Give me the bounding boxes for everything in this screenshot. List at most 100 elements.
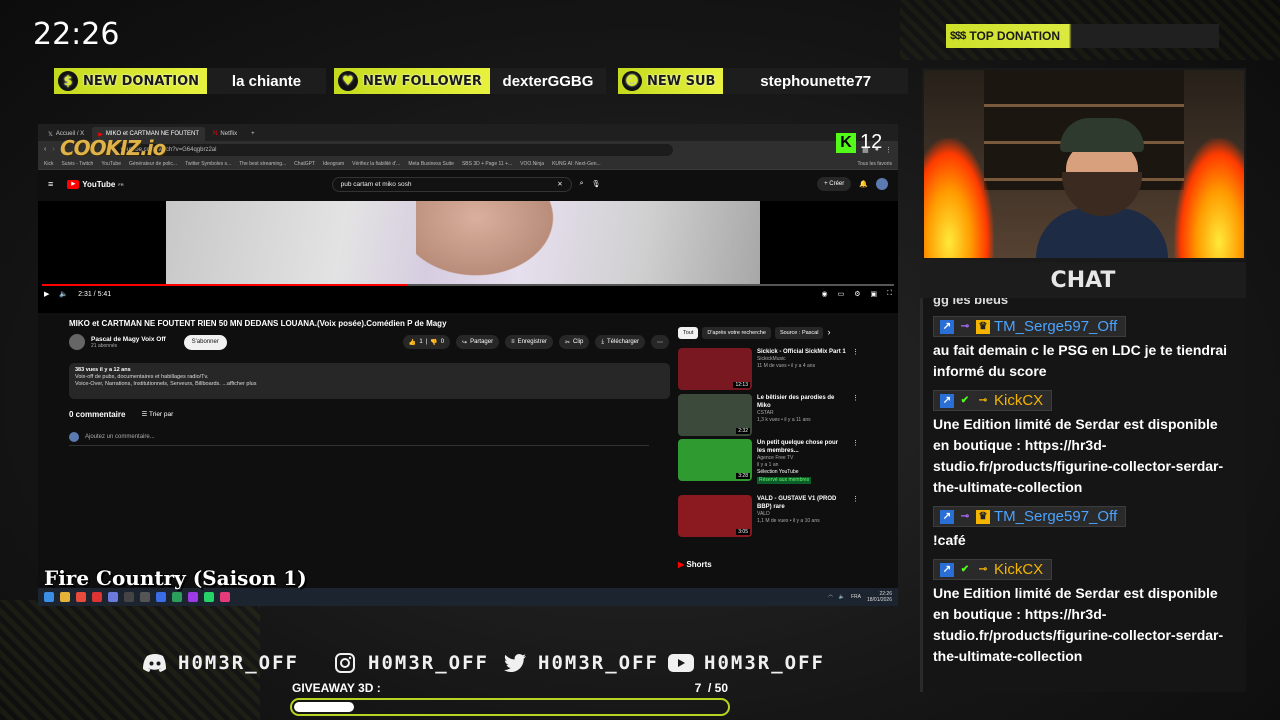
bookmark[interactable]: Kick (44, 161, 53, 167)
description-box[interactable]: 383 vues il y a 12 ans Voix-off de pubs,… (69, 363, 670, 399)
chevron-right-icon[interactable]: › (827, 327, 830, 339)
taskbar-app-icon[interactable] (188, 592, 198, 602)
taskbar-app-icon[interactable] (220, 592, 230, 602)
chip[interactable]: D'après votre recherche (702, 327, 771, 339)
shorts-icon: ▶ (678, 560, 685, 569)
miniplayer-icon[interactable]: ▣ (870, 290, 877, 298)
taskbar-app-icon[interactable] (76, 592, 86, 602)
time-display: 2:31 / 5:41 (78, 290, 112, 298)
share-button[interactable]: ↪ Partager (456, 335, 500, 349)
bell-icon[interactable]: 🔔 (859, 180, 868, 188)
bookmark[interactable]: ChatGPT (294, 161, 315, 167)
crown-icon: ♛ (976, 319, 990, 334)
subscriber-count: 21 abonnés (91, 342, 118, 349)
recommended-video[interactable]: 2:32 Le bêtisier des parodies de Miko CST… (678, 394, 898, 436)
search-input[interactable]: pub cartam et miko sosh ✕ (331, 176, 572, 192)
rec-channel: VALD (757, 511, 770, 517)
top-donation-label: TOP DONATION (969, 29, 1061, 43)
menu-icon[interactable]: ⋮ (885, 146, 892, 154)
save-button[interactable]: ≡ Enregistrer (505, 335, 553, 349)
chip[interactable]: Source : Pascal (774, 327, 824, 339)
windows-start-icon[interactable] (44, 592, 54, 602)
shorts-header[interactable]: ▶ Shorts (678, 560, 712, 569)
more-icon[interactable]: ⋮ (852, 495, 859, 537)
autoplay-toggle[interactable]: ◉ (821, 290, 827, 298)
search-query: pub cartam et miko sosh (340, 180, 412, 188)
bookmark[interactable]: YouTube (101, 161, 121, 167)
more-icon[interactable]: ⋮ (852, 394, 859, 436)
bookmark[interactable]: KUNG AI: Next-Gen... (552, 161, 601, 167)
bookmark[interactable]: Meta Business Suite (408, 161, 454, 167)
recommended-video[interactable]: 3:28 Un petit quelque chose pour les mem… (678, 439, 898, 484)
chip[interactable]: Tout (678, 327, 699, 339)
volume-icon[interactable]: 🔈 (59, 290, 68, 298)
recommended-video[interactable]: 3:05 VALD - GUSTAVE V1 (PROD BBP) rare VA… (678, 495, 898, 537)
giveaway-count: 7 / 50 (695, 681, 728, 695)
bookmark[interactable]: SBS 3D + Page 11 +... (462, 161, 512, 167)
create-button[interactable]: + Créer (817, 177, 852, 191)
bookmark-all[interactable]: Tous les favoris (858, 161, 898, 167)
tray-clock[interactable]: 22:26 18/01/2026 (867, 591, 892, 603)
bookmark[interactable]: Vérifiez la fiabilité d'... (352, 161, 400, 167)
new-tab-button[interactable]: + (245, 127, 261, 141)
settings-icon[interactable]: ⚙ (854, 290, 860, 298)
language-indicator[interactable]: FRA (851, 594, 861, 600)
taskbar-app-icon[interactable] (124, 592, 134, 602)
more-icon[interactable]: ⋮ (852, 439, 859, 484)
sort-button[interactable]: ☰ Trier par (141, 410, 173, 419)
progress-bar[interactable] (42, 284, 894, 286)
bookmark[interactable]: VOO.Ninja (520, 161, 544, 167)
taskbar-app-icon[interactable] (204, 592, 214, 602)
bot-badge-icon: ⊸ (978, 564, 988, 575)
bookmark[interactable]: Twitter Symboles s... (185, 161, 231, 167)
add-comment-field[interactable]: Ajoutez un commentaire... (69, 432, 649, 446)
subscribe-button[interactable]: S'abonner (183, 334, 227, 350)
taskbar-app-icon[interactable] (156, 592, 166, 602)
taskbar-app-icon[interactable] (172, 592, 182, 602)
clip-button[interactable]: ✂ Clip (558, 335, 590, 349)
volume-icon[interactable]: 🔈 (839, 594, 845, 600)
channel-avatar[interactable] (69, 334, 85, 350)
social-handle: H0M3R_OFF (368, 652, 489, 674)
channel-name[interactable]: Pascal de Magy Voix Off (91, 336, 166, 343)
download-button[interactable]: ⤓ Télécharger (595, 335, 645, 349)
rec-title: Un petit quelque chose pour les membres.… (757, 440, 839, 454)
browser-tab[interactable]: N Netflix (207, 127, 244, 141)
wifi-icon[interactable]: ◠ (828, 594, 832, 600)
captions-icon[interactable]: ▭ (838, 290, 845, 298)
like-button[interactable]: 👍 1 | 👎 0 (402, 335, 451, 349)
bookmark[interactable]: Générateur de polic... (129, 161, 177, 167)
youtube-logo[interactable]: ▶ YouTube FR (67, 179, 124, 189)
country-code: FR (118, 181, 124, 187)
giveaway-total: / 50 (707, 681, 728, 695)
recommended-video[interactable]: 12:13 Sickick - Official SickMix Part 1S… (678, 348, 898, 390)
bookmark[interactable]: Ideogram (323, 161, 344, 167)
description-line: Voix-off de pubs, documentaires et habil… (75, 374, 209, 380)
more-icon[interactable]: ⋮ (852, 348, 859, 390)
play-icon[interactable]: ▶ (44, 290, 49, 298)
more-button[interactable]: ⋯ (651, 335, 669, 349)
video-player[interactable]: ▶ 🔈 2:31 / 5:41 ◉ ▭ ⚙ ▣ ⛶ (38, 201, 898, 313)
search-icon[interactable]: ⌕ (580, 180, 584, 188)
bookmark[interactable]: Suivis - Twitch (61, 161, 93, 167)
taskbar-app-icon[interactable] (108, 592, 118, 602)
rec-title: VALD - GUSTAVE V1 (PROD BBP) rare (757, 496, 837, 510)
crown-icon: ♛ (976, 509, 990, 524)
avatar[interactable] (876, 178, 888, 190)
bookmark[interactable]: The best streaming... (239, 161, 286, 167)
mic-icon[interactable]: 🎙 (592, 180, 601, 188)
taskbar-app-icon[interactable] (140, 592, 150, 602)
clear-icon[interactable]: ✕ (557, 180, 562, 188)
giveaway-progress-bar (290, 698, 730, 716)
members-badge: Réservé aux membres (757, 477, 812, 484)
back-icon[interactable]: ‹ (44, 146, 46, 153)
video-title: MIKO et CARTMAN NE FOUTENT RIEN 50 MN DE… (69, 319, 447, 328)
url-field[interactable]: youtube.com/watch?v=G64qgbrz2al (112, 143, 673, 156)
social-handle: H0M3R_OFF (538, 652, 659, 674)
forward-icon[interactable]: › (52, 146, 54, 153)
taskbar-app-icon[interactable] (92, 592, 102, 602)
taskbar-app-icon[interactable] (60, 592, 70, 602)
fullscreen-icon[interactable]: ⛶ (887, 290, 892, 298)
hamburger-icon[interactable]: ≡ (48, 179, 53, 189)
share-icon: ↪ (462, 339, 468, 346)
